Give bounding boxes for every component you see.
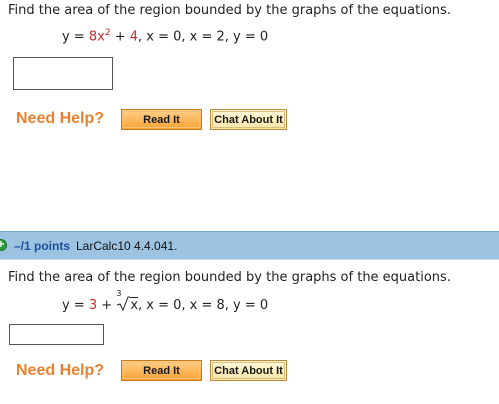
chat-about-it-button[interactable]: Chat About It	[210, 109, 287, 130]
need-help-label-2: Need Help?	[16, 362, 105, 379]
question-1-equation: y = 8x2 + 4, x = 0, x = 2, y = 0	[62, 28, 268, 44]
plus-circle-icon[interactable]: +	[0, 239, 7, 251]
eq2-conditions: , x = 0, x = 8, y = 0	[138, 298, 269, 313]
eq2-term-3: 3	[88, 298, 98, 313]
cube-root: 3x	[116, 289, 139, 313]
question-2-prompt: Find the area of the region bounded by t…	[8, 270, 451, 285]
eq-y: y =	[62, 29, 89, 45]
read-it-button[interactable]: Read It	[121, 109, 202, 130]
radical-sign-icon	[117, 296, 131, 312]
header-divider	[0, 259, 499, 260]
question-2-header: + –/1 points LarCalc10 4.4.041.	[0, 231, 499, 259]
eq-conditions: , x = 0, x = 2, y = 0	[138, 29, 269, 45]
question-2-answer-input[interactable]	[9, 324, 104, 345]
read-it-button-2[interactable]: Read It	[121, 360, 202, 381]
chat-about-it-label-2: Chat About It	[214, 364, 283, 377]
need-help-label: Need Help?	[16, 110, 105, 127]
question-2-equation: y = 3 + 3 x, x = 0, x = 8, y = 0	[62, 289, 269, 313]
eq-plus: +	[110, 29, 130, 45]
root-radicand: x	[130, 297, 139, 313]
root-index: 3	[116, 289, 122, 298]
chat-about-it-label: Chat About It	[214, 113, 283, 126]
question-2-id: LarCalc10 4.4.041.	[76, 239, 178, 253]
eq2-y: y =	[62, 298, 89, 313]
eq-term-4: 4	[129, 29, 139, 45]
chat-about-it-button-2[interactable]: Chat About It	[210, 360, 287, 381]
read-it-label-2: Read It	[143, 364, 180, 377]
question-1-prompt: Find the area of the region bounded by t…	[8, 3, 451, 18]
question-2-points: –/1 points	[14, 239, 71, 253]
read-it-label: Read It	[143, 113, 180, 126]
eq-term-8x: 8x	[88, 29, 105, 45]
question-1-answer-input[interactable]	[13, 57, 113, 90]
eq2-plus: +	[97, 298, 117, 313]
